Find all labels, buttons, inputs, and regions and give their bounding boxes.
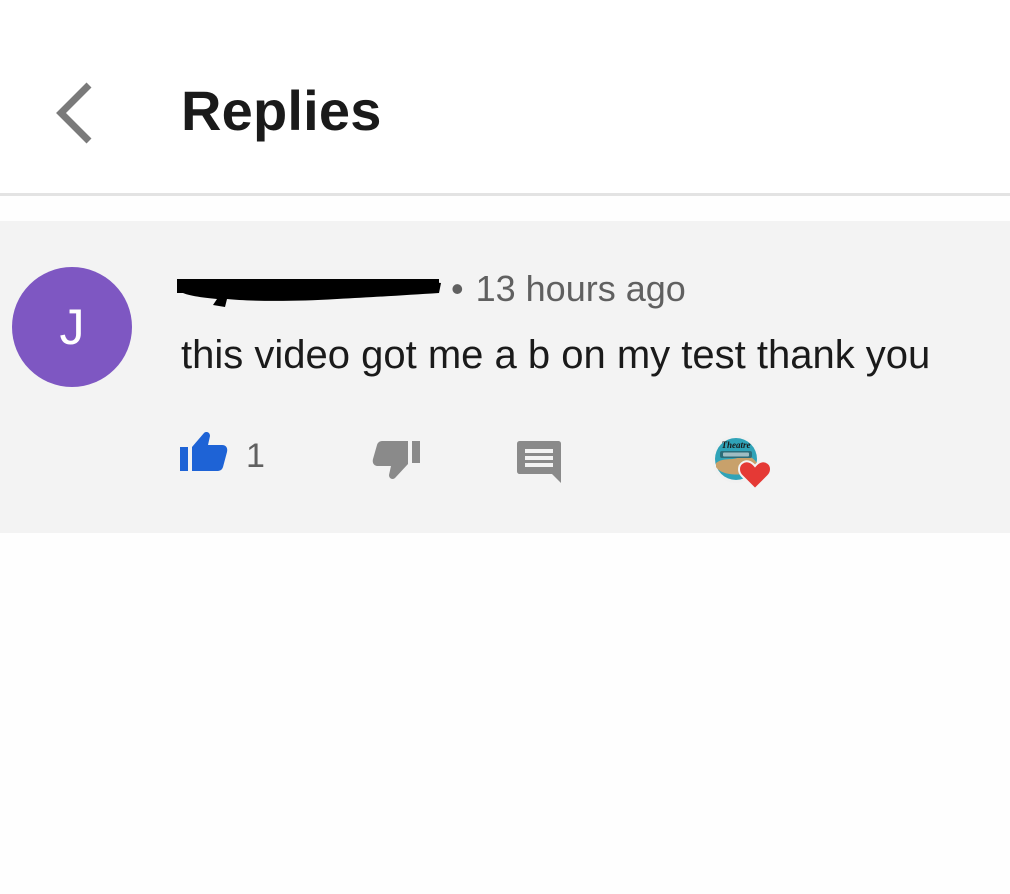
- dislike-button[interactable]: [370, 439, 422, 491]
- creator-badge-text: Theatre: [722, 440, 751, 450]
- thumbs-down-icon: [372, 441, 420, 479]
- heart-icon: [738, 460, 772, 491]
- comment-timestamp[interactable]: 13 hours ago: [476, 268, 686, 310]
- header-divider: [0, 193, 1010, 196]
- comment-actions: 1 Theatre: [0, 427, 1010, 497]
- like-button[interactable]: [178, 427, 230, 479]
- page-title: Replies: [181, 79, 382, 142]
- reply-button[interactable]: [516, 439, 564, 487]
- empty-content-area: [0, 533, 1010, 894]
- creator-heart-badge[interactable]: Theatre: [710, 433, 774, 497]
- redaction-mark: [177, 279, 441, 307]
- avatar-letter: J: [59, 299, 85, 355]
- reply-comment: J • 13 hours ago this video got me a b o…: [0, 221, 1010, 533]
- avatar[interactable]: J: [12, 267, 132, 387]
- comment-text: this video got me a b on my test thank y…: [181, 333, 931, 377]
- comment-icon: [517, 441, 561, 483]
- app-header: Replies: [0, 0, 1010, 193]
- back-button[interactable]: [40, 72, 110, 154]
- thumbs-up-icon: [180, 432, 228, 471]
- author-name-redacted[interactable]: [177, 269, 443, 309]
- like-count: 1: [246, 437, 265, 475]
- meta-separator: •: [451, 268, 464, 309]
- chevron-left-icon: [56, 82, 92, 144]
- comment-meta: • 13 hours ago: [177, 268, 686, 310]
